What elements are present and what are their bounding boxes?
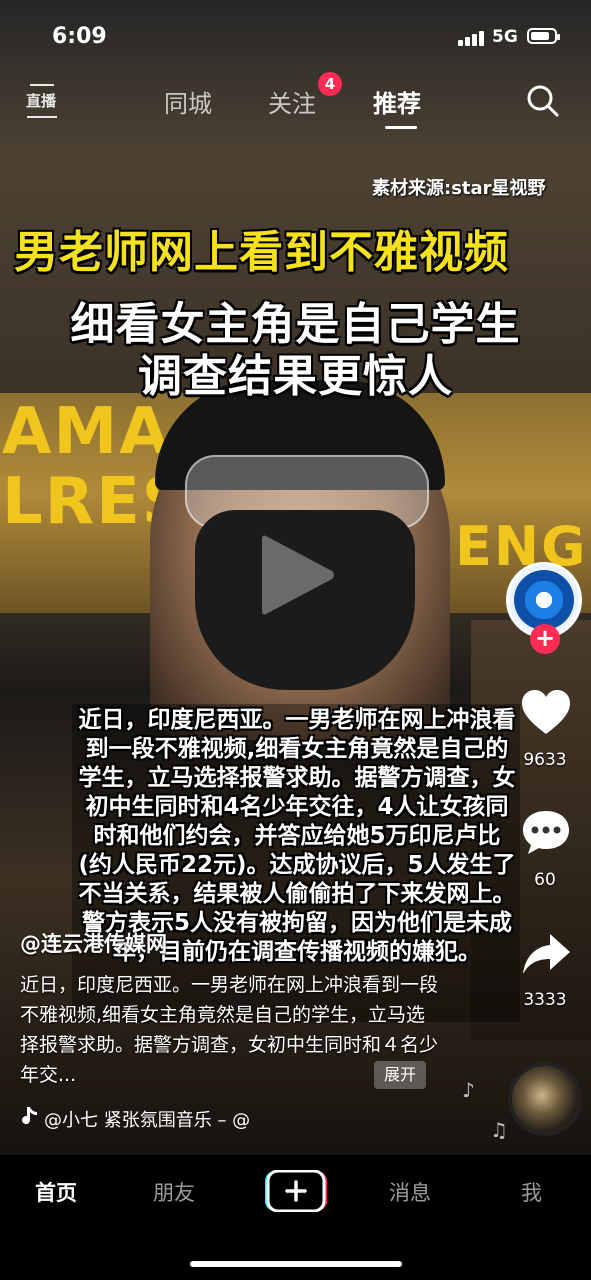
tab-messages[interactable]: 消息 [389,1177,431,1207]
share-icon[interactable] [520,930,572,978]
like-count: 9633 [523,750,567,770]
comment-icon[interactable] [520,808,572,856]
tab-home[interactable]: 首页 [35,1177,77,1207]
music-disc-icon[interactable] [508,1062,582,1136]
floating-note-icon: ♪ [462,1078,475,1102]
home-indicator[interactable] [190,1261,402,1267]
search-icon[interactable] [526,84,560,118]
share-count: 3333 [523,990,567,1010]
heart-icon[interactable] [520,688,572,736]
comment-count: 60 [534,870,556,890]
tab-local[interactable]: 同城 [164,84,212,119]
status-time: 6:09 [52,24,107,49]
signal-icon [458,30,488,46]
following-badge: 4 [318,72,342,96]
tab-friends[interactable]: 朋友 [153,1177,195,1207]
author-handle[interactable]: @连云港传媒网 [20,928,167,958]
floating-note-icon: ♫ [490,1118,508,1142]
create-video-button[interactable] [265,1170,327,1212]
active-tab-indicator [385,126,417,129]
expand-button[interactable]: 展开 [374,1061,427,1089]
status-bar: 6:09 5G [0,0,591,72]
live-tv-icon[interactable]: 直播 [24,84,60,120]
music-track[interactable]: @小七 紧张氛围音乐 – @ [44,1106,250,1132]
video-headline-3: 调查结果更惊人 [138,351,453,402]
tab-me[interactable]: 我 [521,1177,542,1207]
top-navigation: 直播 同城 关注 4 推荐 [0,72,591,129]
sign-text-top: AMA [2,395,171,469]
live-label: 直播 [26,92,57,110]
tab-following[interactable]: 关注 [268,84,316,119]
follow-button[interactable]: + [530,624,560,654]
tab-recommended[interactable]: 推荐 [373,84,421,119]
video-source-caption: 素材来源:star星视野 [372,178,546,199]
video-headline-1: 男老师网上看到不雅视频 [14,227,509,278]
play-icon[interactable] [258,530,338,620]
battery-icon [527,28,560,44]
music-note-icon [22,1107,37,1125]
network-label: 5G [492,27,518,47]
